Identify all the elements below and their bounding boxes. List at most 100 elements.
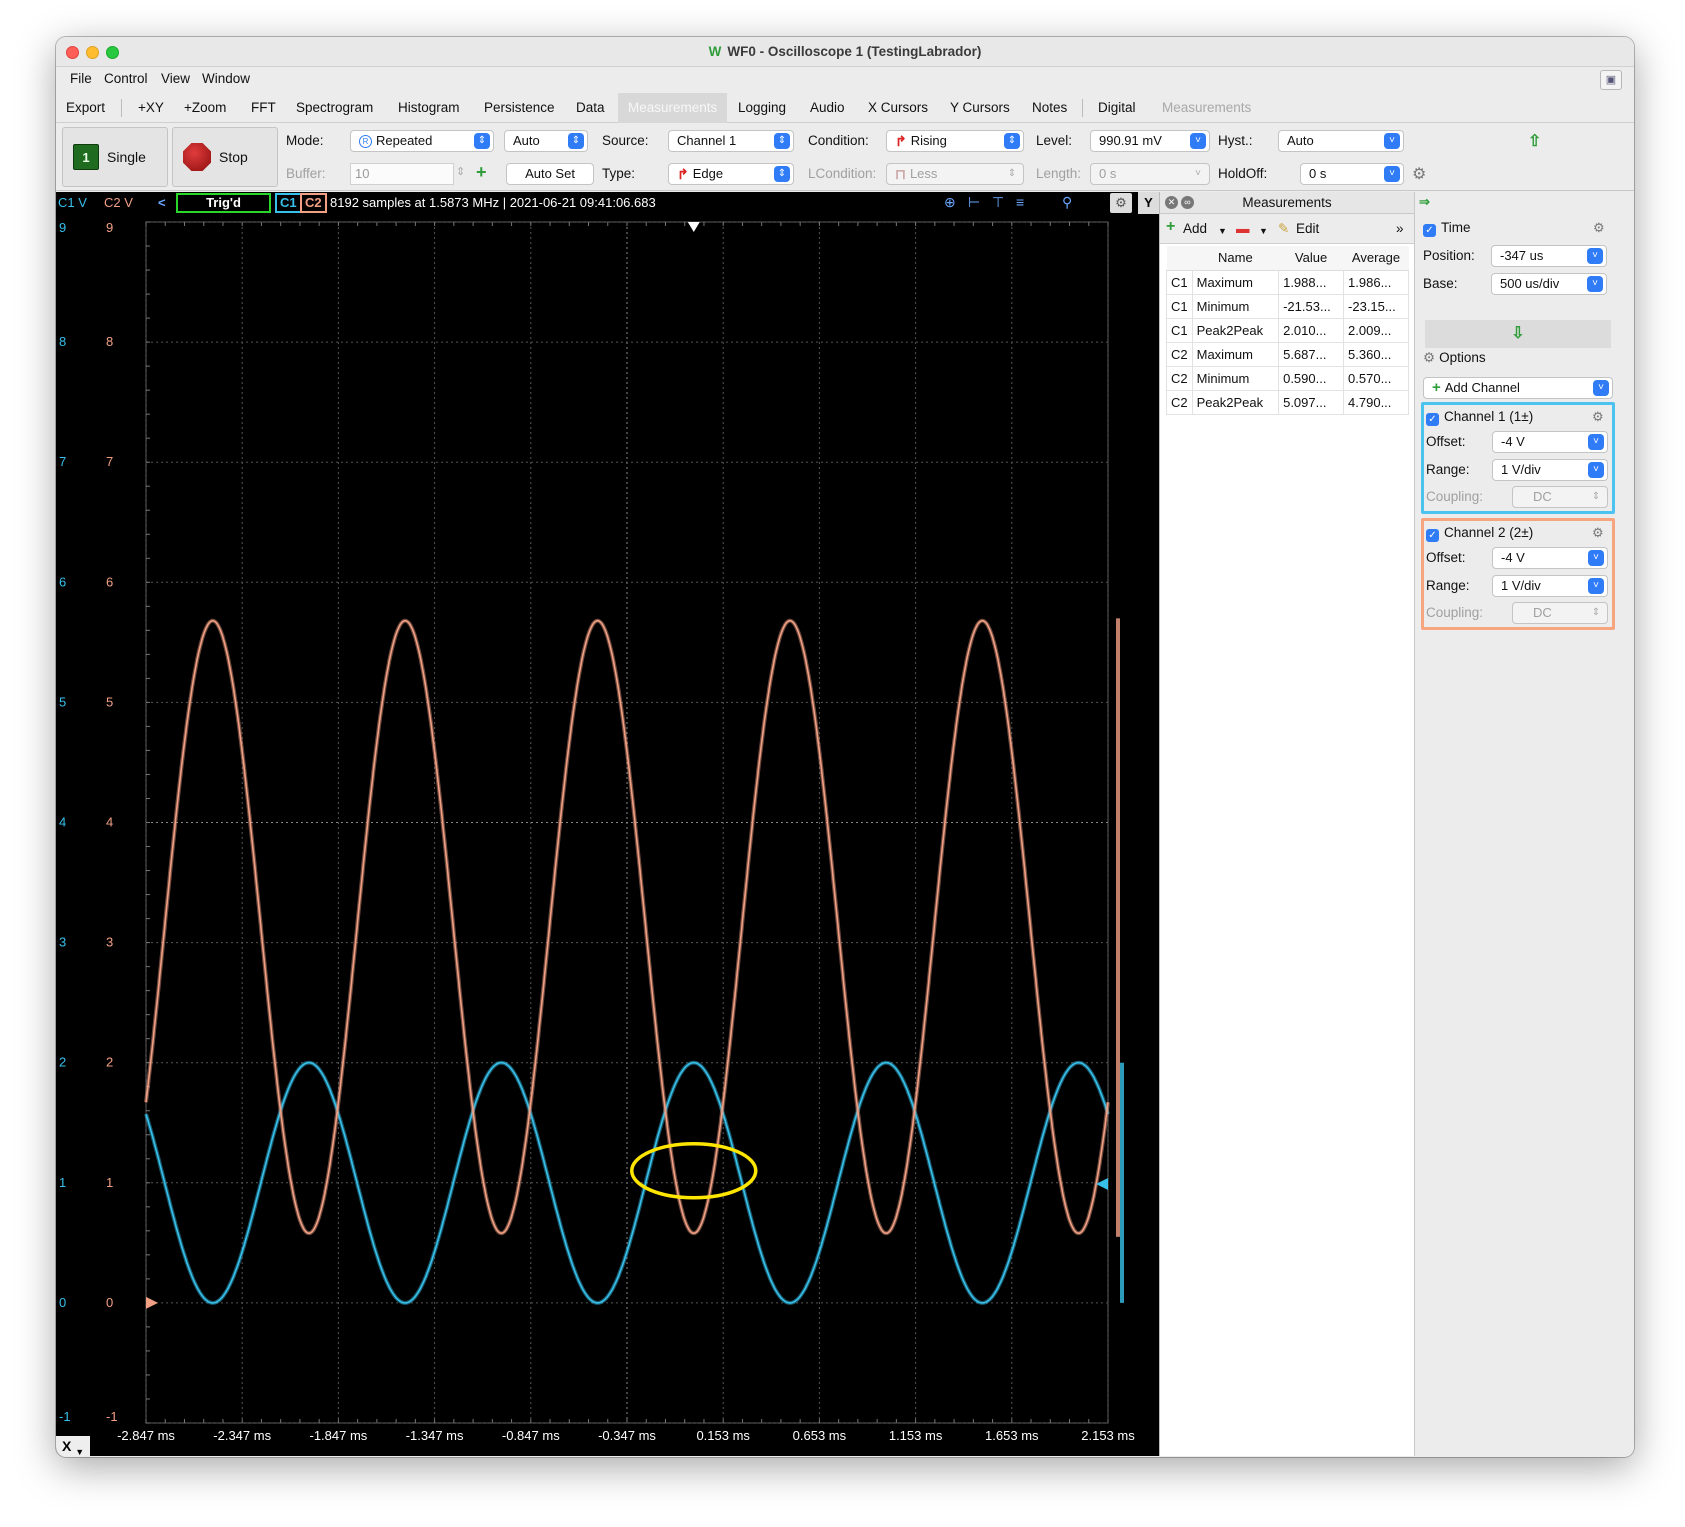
ch2-range-input[interactable]: 1 V/div ˅: [1492, 575, 1608, 597]
autoscale-icon[interactable]: ≡: [1016, 194, 1024, 210]
ch1-offset-input[interactable]: -4 V ˅: [1492, 431, 1608, 453]
zoom-in-icon[interactable]: ⊕: [944, 194, 956, 211]
close-panel-icon[interactable]: ✕: [1165, 196, 1178, 209]
tab-persistence[interactable]: Persistence: [482, 93, 557, 123]
gear-icon[interactable]: ⚙: [1592, 409, 1604, 425]
buffer-input[interactable]: 10: [350, 163, 454, 185]
tab-histogram[interactable]: Histogram: [396, 93, 462, 123]
chevron-down-icon: ˅: [1384, 166, 1400, 182]
tab-measurements[interactable]: Measurements: [618, 93, 728, 123]
menu-control[interactable]: Control: [104, 71, 148, 86]
column-header[interactable]: Average: [1343, 246, 1409, 271]
restore-layout-icon[interactable]: ▣: [1600, 70, 1622, 90]
base-input[interactable]: 500 us/div ˅: [1491, 273, 1607, 295]
chevron-left-icon[interactable]: <: [158, 195, 166, 210]
tab-y-cursors[interactable]: Y Cursors: [948, 93, 1012, 123]
tab-spectrogram[interactable]: Spectrogram: [294, 93, 375, 123]
column-header[interactable]: Value: [1278, 246, 1344, 271]
trigger-toolbar: 1 Single Stop Mode: R Repeated ⇕ Auto ⇕ …: [56, 123, 1634, 191]
tab-export[interactable]: Export: [64, 93, 107, 123]
maximize-window-button[interactable]: [106, 46, 119, 59]
options-header[interactable]: ⚙ Options: [1423, 350, 1486, 366]
window-title-text: WF0 - Oscilloscope 1 (TestingLabrador): [727, 44, 982, 59]
chevron-down-icon: ˅: [1588, 462, 1604, 478]
arrow-right-icon[interactable]: ⇒: [1419, 194, 1430, 210]
remove-measurement-icon[interactable]: ▬: [1236, 221, 1250, 236]
level-input[interactable]: 990.91 mV ˅: [1090, 130, 1210, 152]
menu-view[interactable]: View: [161, 71, 190, 86]
gear-icon[interactable]: ⚙: [1593, 220, 1605, 236]
channel-2-header[interactable]: ✓ Channel 2 (2±): [1426, 525, 1533, 542]
tab-data[interactable]: Data: [574, 93, 607, 123]
plot-settings-gear-icon[interactable]: ⚙: [1110, 193, 1132, 213]
stepper-icon[interactable]: ⇕: [456, 165, 465, 178]
stop-button[interactable]: Stop: [172, 127, 278, 187]
minimize-window-button[interactable]: [86, 46, 99, 59]
add-channel-select[interactable]: + Add Channel ˅: [1423, 377, 1613, 399]
table-row[interactable]: C1 Peak2Peak 2.010... 2.009...: [1166, 317, 1409, 343]
tab-logging[interactable]: Logging: [736, 93, 788, 123]
chevron-down-icon[interactable]: ▼: [1218, 226, 1227, 236]
holdoff-input[interactable]: 0 s ˅: [1300, 163, 1404, 185]
source-select[interactable]: Channel 1 ⇕: [668, 130, 794, 152]
measurements-table-body: C1 Maximum 1.988... 1.986... C1 Minimum -21.53…: [1166, 269, 1409, 415]
edit-measurement-button[interactable]: Edit: [1296, 221, 1319, 236]
tab-xy[interactable]: +XY: [136, 93, 166, 123]
ch1-range-input[interactable]: 1 V/div ˅: [1492, 459, 1608, 481]
zoom-icon[interactable]: ⚲: [1062, 194, 1072, 211]
type-select[interactable]: ↱ Edge ⇕: [668, 163, 794, 185]
chevron-down-icon[interactable]: ▼: [1259, 226, 1268, 236]
column-header[interactable]: Name: [1192, 246, 1279, 271]
fit-vertical-icon[interactable]: ⊤: [992, 194, 1004, 211]
auto-set-button[interactable]: Auto Set: [506, 163, 594, 185]
auto-value: Auto: [513, 133, 540, 148]
waveform-plot[interactable]: -2.847 ms -2.347 ms -1.847 ms -1.347 ms -0.8…: [56, 214, 1159, 1456]
table-row[interactable]: C1 Minimum -21.53... -23.15...: [1166, 293, 1409, 319]
apply-down-arrow-icon[interactable]: ⇩: [1425, 320, 1611, 348]
tab-zoom[interactable]: +Zoom: [182, 93, 228, 123]
gear-icon[interactable]: ⚙: [1592, 525, 1604, 541]
tab-notes[interactable]: Notes: [1030, 93, 1069, 123]
x-axis-button[interactable]: X ▼: [56, 1436, 90, 1457]
ch2-offset-input[interactable]: -4 V ˅: [1492, 547, 1608, 569]
gear-icon: ⚙: [1423, 350, 1436, 365]
expand-panel-icon[interactable]: »: [1396, 221, 1404, 236]
channel-1-header[interactable]: ✓ Channel 1 (1±): [1426, 409, 1533, 426]
tab-digital[interactable]: Digital: [1096, 93, 1138, 123]
trigger-auto-select[interactable]: Auto ⇕: [504, 130, 588, 152]
single-button[interactable]: 1 Single: [62, 127, 168, 187]
arrow-up-icon[interactable]: ⇧: [1528, 131, 1541, 151]
tab-fft[interactable]: FFT: [249, 93, 278, 123]
condition-select[interactable]: ↱ Rising ⇕: [886, 130, 1024, 152]
hyst-input[interactable]: Auto ˅: [1278, 130, 1404, 152]
add-measurement-button[interactable]: Add: [1183, 221, 1207, 236]
tab-x-cursors[interactable]: X Cursors: [866, 93, 930, 123]
float-panel-icon[interactable]: ∞: [1181, 196, 1194, 209]
menu-window[interactable]: Window: [202, 71, 250, 86]
c2-y-tick-label: 2: [106, 1055, 113, 1070]
fit-horizontal-icon[interactable]: ⊢: [968, 194, 980, 211]
source-value: Channel 1: [677, 133, 737, 148]
c1-tag[interactable]: C1: [275, 193, 302, 213]
add-buffer-icon[interactable]: +: [476, 162, 487, 183]
y-axis-button[interactable]: Y: [1138, 192, 1159, 214]
mode-select[interactable]: R Repeated ⇕: [350, 130, 494, 152]
position-input[interactable]: -347 us ˅: [1491, 245, 1607, 267]
average-cell: 4.790...: [1343, 389, 1409, 415]
ch1-coupling-value: DC: [1533, 489, 1552, 504]
edit-icon[interactable]: ✎: [1278, 221, 1289, 237]
time-header[interactable]: ✓ Time: [1423, 220, 1471, 237]
gear-icon[interactable]: ⚙: [1412, 164, 1426, 184]
tab-audio[interactable]: Audio: [808, 93, 847, 123]
table-row[interactable]: C2 Minimum 0.590... 0.570...: [1166, 365, 1409, 391]
c2-tag[interactable]: C2: [300, 193, 327, 213]
type-value: Edge: [692, 166, 724, 181]
table-row[interactable]: C2 Peak2Peak 5.097... 4.790...: [1166, 389, 1409, 415]
table-row[interactable]: C1 Maximum 1.988... 1.986...: [1166, 269, 1409, 295]
column-header: [1166, 246, 1193, 271]
table-row[interactable]: C2 Maximum 5.687... 5.360...: [1166, 341, 1409, 367]
add-measurement-icon[interactable]: +: [1166, 218, 1175, 236]
measurements-toolbar: + Add ▼ ▬ ▼ ✎ Edit »: [1160, 214, 1414, 244]
menu-file[interactable]: File: [70, 71, 92, 86]
close-window-button[interactable]: [66, 46, 79, 59]
